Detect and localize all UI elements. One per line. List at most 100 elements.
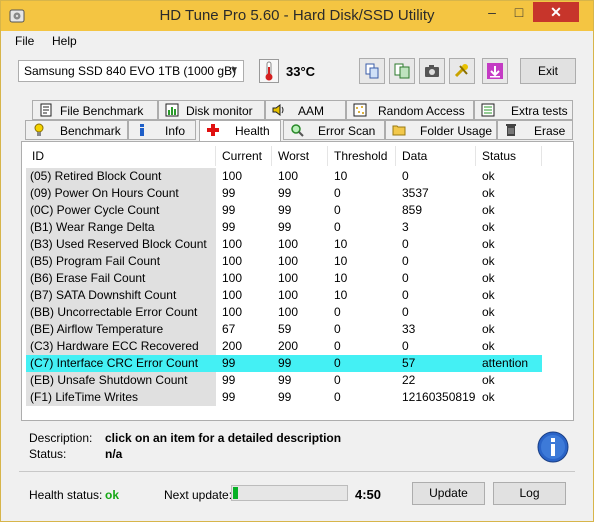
table-row[interactable]: (B1) Wear Range Delta 99 99 0 3 ok	[26, 219, 542, 236]
progress-fill	[233, 487, 238, 499]
col-data[interactable]: Data	[396, 146, 476, 166]
menu-help[interactable]: Help	[52, 34, 77, 48]
cell-data: 859	[402, 203, 423, 217]
table-row[interactable]: (05) Retired Block Count 100 100 10 0 ok	[26, 168, 542, 185]
cell-worst: 100	[278, 169, 299, 183]
smart-table[interactable]: ID Current Worst Threshold Data Status (…	[26, 146, 572, 420]
cell-current: 99	[216, 355, 272, 372]
copy-button[interactable]	[359, 58, 385, 84]
tab-folder-usage[interactable]: Folder Usage	[385, 120, 497, 140]
next-update-timer: 4:50	[355, 487, 382, 502]
tab-info[interactable]: Info	[128, 120, 196, 140]
col-id[interactable]: ID	[26, 146, 216, 166]
cell-current: 99	[222, 203, 236, 217]
close-button[interactable]: ✕	[533, 2, 579, 22]
health-cross-icon	[207, 124, 219, 136]
tab-aam[interactable]: AAM	[265, 100, 346, 120]
chevron-down-icon: ▼	[229, 65, 239, 76]
save-button[interactable]	[389, 58, 415, 84]
cell-worst: 99	[278, 203, 292, 217]
next-update-label: Next update:	[164, 488, 233, 502]
maximize-button[interactable]: □	[506, 2, 532, 22]
exit-button[interactable]: Exit	[520, 58, 576, 84]
copy-icon	[365, 63, 379, 79]
cell-status: ok	[482, 254, 495, 268]
folder-icon	[392, 125, 406, 136]
table-row[interactable]: (BE) Airflow Temperature 67 59 0 33 ok	[26, 321, 542, 338]
table-row[interactable]: (B7) SATA Downshift Count 100 100 10 0 ok	[26, 287, 542, 304]
col-worst[interactable]: Worst	[272, 146, 328, 166]
cell-id: (EB) Unsafe Shutdown Count	[26, 372, 216, 389]
cell-status: ok	[482, 305, 495, 319]
tab-extra-tests[interactable]: Extra tests	[474, 100, 573, 120]
cell-current: 99	[222, 220, 236, 234]
table-row[interactable]: (B6) Erase Fail Count 100 100 10 0 ok	[26, 270, 542, 287]
cell-status: ok	[482, 339, 495, 353]
description-value: click on an item for a detailed descript…	[105, 431, 342, 445]
table-row[interactable]: (0C) Power Cycle Count 99 99 0 859 ok	[26, 202, 542, 219]
update-button[interactable]: Update	[412, 482, 485, 505]
col-threshold[interactable]: Threshold	[328, 146, 396, 166]
minimize-button[interactable]: –	[479, 2, 505, 22]
table-row[interactable]: (B3) Used Reserved Block Count 100 100 10 0 o…	[26, 236, 542, 253]
cell-threshold: 10	[334, 254, 348, 268]
info-icon	[140, 124, 144, 136]
table-row[interactable]: (C3) Hardware ECC Recovered 200 200 0 0 ok	[26, 338, 542, 355]
cell-current: 100	[222, 288, 243, 302]
table-row[interactable]: (F1) LifeTime Writes 99 99 0 12160350819 ok	[26, 389, 542, 406]
random-access-icon	[353, 103, 367, 117]
cell-worst: 100	[278, 237, 299, 251]
tab-erase[interactable]: Erase	[497, 120, 573, 140]
options-button[interactable]	[449, 58, 475, 84]
tab-benchmark[interactable]: Benchmark	[25, 120, 128, 140]
extra-tests-icon	[481, 103, 495, 117]
title-bar: HD Tune Pro 5.60 - Hard Disk/SSD Utility…	[1, 1, 593, 31]
tab-disk-monitor[interactable]: Disk monitor	[158, 100, 265, 120]
cell-status: ok	[482, 186, 495, 200]
drive-select[interactable]: Samsung SSD 840 EVO 1TB (1000 gB) ▼	[18, 60, 244, 82]
menu-file[interactable]: File	[15, 34, 34, 48]
cell-current: 67	[222, 322, 236, 336]
cell-data: 0	[402, 305, 409, 319]
cell-worst: 99	[278, 373, 292, 387]
screenshot-button[interactable]	[419, 58, 445, 84]
app-window: HD Tune Pro 5.60 - Hard Disk/SSD Utility…	[0, 0, 594, 522]
download-icon	[487, 63, 503, 79]
download-button[interactable]	[482, 58, 508, 84]
cell-current: 100	[222, 237, 243, 251]
cell-id: (C3) Hardware ECC Recovered	[26, 338, 216, 355]
cell-data: 0	[402, 169, 409, 183]
cell-status: ok	[482, 322, 495, 336]
cell-worst: 99	[272, 355, 328, 372]
cell-current: 100	[222, 169, 243, 183]
log-button[interactable]: Log	[493, 482, 566, 505]
tab-random-access[interactable]: Random Access	[346, 100, 474, 120]
table-row[interactable]: (09) Power On Hours Count 99 99 0 3537 ok	[26, 185, 542, 202]
table-row[interactable]: (EB) Unsafe Shutdown Count 99 99 0 22 ok	[26, 372, 542, 389]
cell-id: (B3) Used Reserved Block Count	[26, 236, 216, 253]
benchmark-icon	[34, 123, 44, 136]
col-current[interactable]: Current	[216, 146, 272, 166]
cell-worst: 99	[278, 186, 292, 200]
table-row[interactable]: (C7) Interface CRC Error Count 99 99 0 57 att…	[26, 355, 542, 372]
tab-error-scan[interactable]: Error Scan	[283, 120, 385, 140]
cell-id: (05) Retired Block Count	[26, 168, 216, 185]
table-row[interactable]: (B5) Program Fail Count 100 100 10 0 ok	[26, 253, 542, 270]
status-label: Status:	[29, 447, 67, 461]
cell-id: (BE) Airflow Temperature	[26, 321, 216, 338]
cell-data: 0	[402, 254, 409, 268]
cell-worst: 200	[278, 339, 299, 353]
disk-monitor-icon	[165, 103, 179, 117]
cell-current: 100	[222, 254, 243, 268]
cell-worst: 100	[278, 254, 299, 268]
col-status[interactable]: Status	[476, 146, 542, 166]
cell-threshold: 0	[334, 186, 341, 200]
trash-icon	[506, 124, 516, 136]
tab-health[interactable]: Health	[199, 120, 281, 142]
info-circle-icon[interactable]	[537, 431, 569, 463]
cell-threshold: 0	[334, 339, 341, 353]
tab-file-benchmark[interactable]: File Benchmark	[32, 100, 158, 120]
tools-icon	[454, 64, 468, 78]
drive-select-value: Samsung SSD 840 EVO 1TB (1000 gB)	[24, 64, 237, 78]
table-row[interactable]: (BB) Uncorrectable Error Count 100 100 0 0 ok	[26, 304, 542, 321]
